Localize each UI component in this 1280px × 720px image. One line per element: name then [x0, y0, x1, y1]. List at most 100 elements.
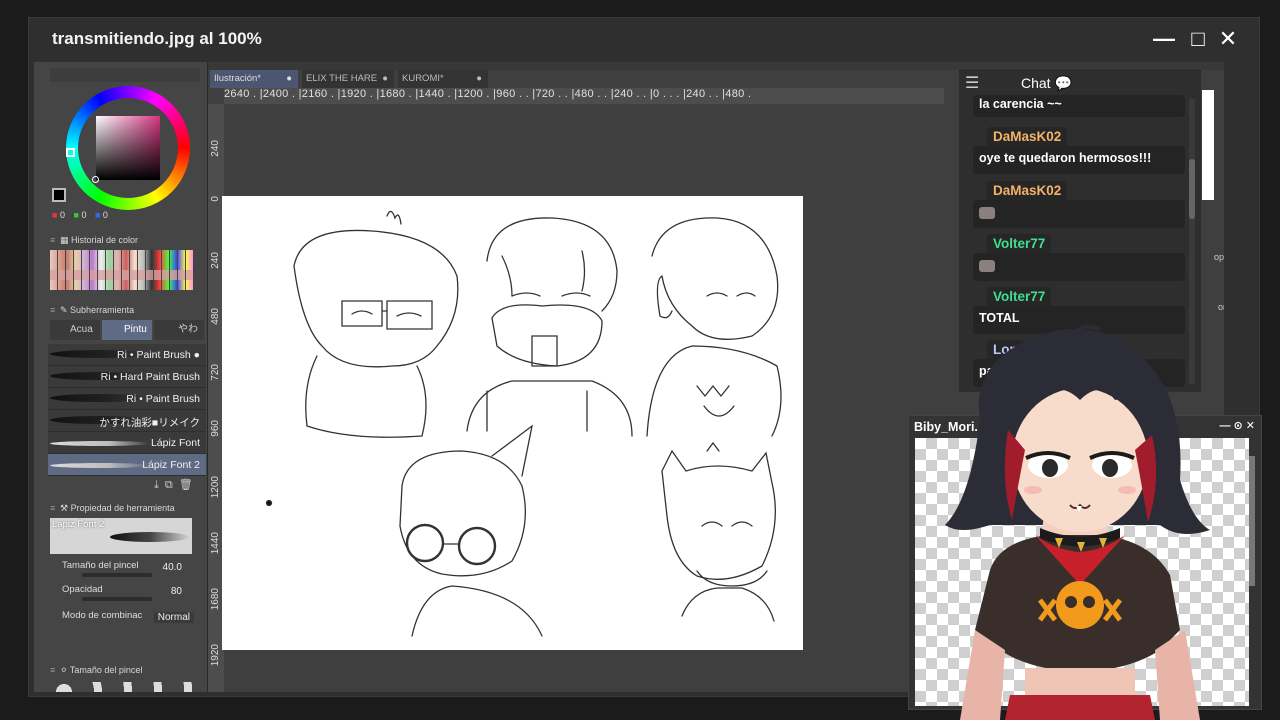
- blend-mode-row[interactable]: Modo de combinac Normal: [62, 610, 202, 630]
- main-color-swatch[interactable]: [52, 188, 66, 202]
- sketch-character-2: [466, 217, 633, 437]
- blend-mode-label: Modo de combinac: [62, 610, 143, 621]
- opacity-row[interactable]: Opacidad 80: [62, 584, 202, 604]
- tab-kuromi[interactable]: KUROMI* ●: [398, 70, 488, 88]
- sketch-drawing: [265, 210, 782, 637]
- brush-item[interactable]: Ri • Paint Brush: [48, 388, 206, 410]
- brush-label: Ri • Paint Brush: [126, 393, 200, 405]
- color-history-row2[interactable]: [50, 270, 194, 280]
- color-value-b: 0: [102, 210, 108, 220]
- sketch-character-3: [646, 217, 782, 437]
- color-value-g: 0: [81, 210, 87, 220]
- chat-username[interactable]: Volter77: [987, 234, 1052, 253]
- brush-size-value[interactable]: 40.0: [163, 562, 182, 573]
- brush-preview-label: Lápiz Font 2: [52, 519, 105, 530]
- emote-icon: [979, 207, 995, 219]
- chat-title-text: Chat: [1021, 75, 1051, 91]
- brush-label: Ri • Paint Brush ●: [117, 349, 200, 361]
- subtool-header[interactable]: ≡ ✎ Subherramienta: [50, 302, 134, 318]
- vertical-ruler-label: 1200: [210, 476, 221, 499]
- chat-scroll-thumb[interactable]: [1189, 159, 1195, 219]
- brush-item[interactable]: かすれ油彩■リメイク: [48, 410, 206, 432]
- speech-bubble-icon: 💬: [1054, 75, 1072, 91]
- brush-size-panel-title: Tamaño del pincel: [69, 665, 143, 675]
- vertical-ruler-label: 1440: [210, 532, 221, 555]
- chat-message-text: oye te quedaron hermosos!!!: [973, 146, 1185, 174]
- drawing-canvas[interactable]: [222, 196, 803, 650]
- subtool-tabs: Acua Pintu やわ: [50, 320, 206, 340]
- brush-label: Lápiz Font: [150, 437, 200, 449]
- chat-message: Volter77: [973, 234, 1185, 281]
- tab-close-icon[interactable]: ●: [382, 70, 388, 88]
- opacity-label: Opacidad: [62, 584, 103, 595]
- chat-message-text: la carencia ~~: [973, 95, 1185, 117]
- tab-label: Ilustración*: [214, 73, 261, 84]
- avatar-scrollbar[interactable]: [1249, 456, 1255, 586]
- chat-message: la carencia ~~: [973, 95, 1185, 117]
- subtool-actions[interactable]: ⤓⧉🗑: [154, 478, 199, 492]
- sketch-character-4: [265, 424, 543, 637]
- subtool-tab-paint-label: Pintu: [124, 324, 147, 335]
- subtool-title: Subherramienta: [70, 305, 135, 315]
- menu-icon[interactable]: ☰: [965, 73, 979, 93]
- horizontal-ruler: 2640 . |2400 . |2160 . |1920 . |1680 . |…: [224, 88, 944, 104]
- chat-header: ☰ Chat 💬: [959, 69, 1201, 97]
- tab-ilustracion[interactable]: Ilustración* ●: [210, 70, 298, 88]
- vtuber-avatar: [945, 324, 1210, 720]
- brush-stroke-preview: [50, 463, 150, 468]
- brush-size-label: Tamaño del pincel: [62, 560, 139, 571]
- subtool-tab-watercolor-label: Acua: [70, 324, 93, 335]
- vertical-ruler-label: 240: [210, 140, 221, 157]
- opacity-value[interactable]: 80: [171, 586, 182, 597]
- tab-elix[interactable]: ELIX THE HARE ●: [302, 70, 394, 88]
- chat-username[interactable]: DaMasK02: [987, 181, 1068, 200]
- tool-property-title: Propiedad de herramienta: [70, 503, 175, 513]
- blend-mode-select[interactable]: Normal: [153, 612, 194, 623]
- color-picker-marker[interactable]: [92, 176, 99, 183]
- brush-stroke-preview: [50, 441, 150, 446]
- brush-item[interactable]: Ri • Hard Paint Brush: [48, 366, 206, 388]
- emote-icon: [979, 260, 995, 272]
- vertical-ruler-label: 1920: [210, 644, 221, 667]
- brush-size-panel-header[interactable]: ≡ ⚪ Tamaño del pincel: [50, 662, 142, 678]
- color-panel-toolbar[interactable]: [50, 68, 200, 82]
- brush-size-presets[interactable]: [54, 682, 194, 692]
- close-button[interactable]: ✕: [1216, 28, 1240, 52]
- sketch-character-5: [661, 441, 776, 622]
- vertical-ruler-label: 240: [210, 252, 221, 269]
- brush-item[interactable]: Ri • Paint Brush ●: [48, 344, 206, 366]
- chat-title: Chat 💬: [1021, 75, 1072, 92]
- color-history-title: Historial de color: [71, 235, 139, 245]
- brush-item[interactable]: Lápiz Font: [48, 432, 206, 454]
- brush-preview-stroke: [110, 532, 190, 542]
- maximize-button[interactable]: □: [1186, 28, 1210, 52]
- color-value-row: ■ 0 ■ 0 ■ 0: [52, 210, 108, 220]
- brush-label: Lápiz Font 2: [142, 459, 200, 471]
- vertical-ruler-label: 720: [210, 364, 221, 381]
- chat-message: DaMasK02: [973, 181, 1185, 228]
- tool-property-header[interactable]: ≡ ⚒ Propiedad de herramienta: [50, 500, 175, 516]
- hue-marker[interactable]: [66, 148, 75, 157]
- tab-label: KUROMI*: [402, 73, 444, 84]
- vertical-ruler-label: 960: [210, 420, 221, 437]
- opacity-slider[interactable]: [82, 597, 152, 601]
- vertical-ruler-label: 480: [210, 308, 221, 325]
- brush-size-row[interactable]: Tamaño del pincel 40.0: [62, 560, 202, 580]
- color-value-r: 0: [59, 210, 65, 220]
- chat-username[interactable]: DaMasK02: [987, 127, 1068, 146]
- vertical-ruler-label: 1680: [210, 588, 221, 611]
- vertical-ruler-label: 0: [210, 196, 221, 202]
- tab-close-icon[interactable]: ●: [476, 70, 482, 88]
- tab-label: ELIX THE HARE: [306, 73, 378, 84]
- brush-item-selected[interactable]: Lápiz Font 2: [48, 454, 206, 476]
- subtool-tab-paint[interactable]: Pintu: [102, 320, 152, 340]
- minimize-button[interactable]: —: [1152, 28, 1176, 52]
- chat-emote-row: [973, 200, 1185, 228]
- subtool-tab-soft[interactable]: やわ: [154, 320, 204, 340]
- subtool-tab-watercolor[interactable]: Acua: [50, 320, 100, 340]
- tab-close-icon[interactable]: ●: [286, 70, 292, 88]
- color-history-header[interactable]: ≡ ▦ Historial de color: [50, 232, 138, 248]
- brush-size-slider[interactable]: [82, 573, 152, 577]
- saturation-square[interactable]: [96, 116, 160, 180]
- chat-emote-row: [973, 253, 1185, 281]
